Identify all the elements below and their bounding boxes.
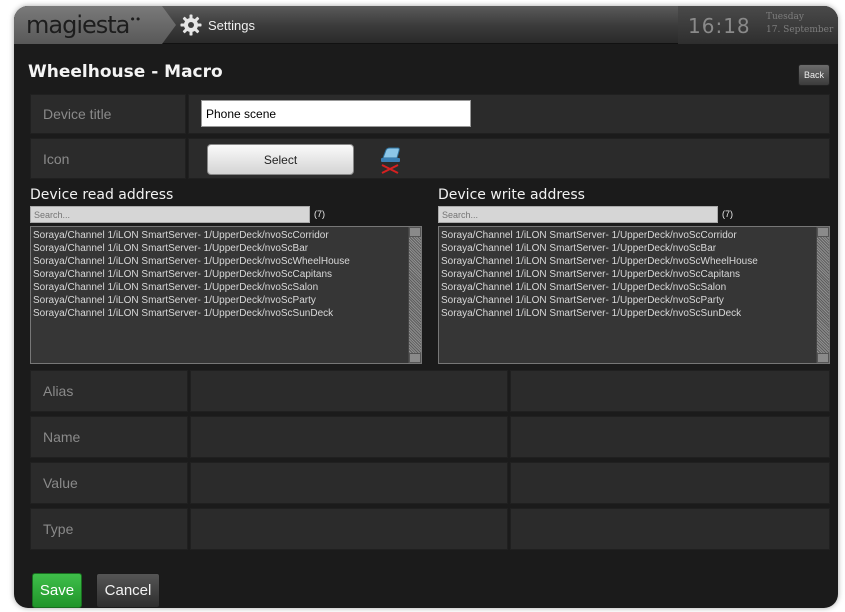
- select-icon-button[interactable]: Select: [207, 144, 354, 175]
- address-list-item[interactable]: Soraya/Channel 1/iLON SmartServer- 1/Upp…: [441, 281, 813, 294]
- clock-panel: 16:18 Tuesday 17. September: [678, 6, 838, 44]
- type-label: Type: [30, 508, 188, 550]
- address-list-item[interactable]: Soraya/Channel 1/iLON SmartServer- 1/Upp…: [33, 294, 405, 307]
- address-list-item[interactable]: Soraya/Channel 1/iLON SmartServer- 1/Upp…: [33, 229, 405, 242]
- device-title-label: Device title: [30, 94, 186, 134]
- alias-label: Alias: [30, 370, 188, 412]
- read-address-count: (7): [314, 209, 325, 219]
- address-list-item[interactable]: Soraya/Channel 1/iLON SmartServer- 1/Upp…: [441, 268, 813, 281]
- address-list-item[interactable]: Soraya/Channel 1/iLON SmartServer- 1/Upp…: [441, 255, 813, 268]
- device-title-input[interactable]: [201, 100, 471, 127]
- write-address-search-input[interactable]: [438, 206, 718, 223]
- logo-mark: ••: [129, 13, 141, 26]
- name-label: Name: [30, 416, 188, 458]
- write-address-title: Device write address: [438, 187, 585, 203]
- scroll-up-button[interactable]: [817, 227, 829, 237]
- write-address-count: (7): [722, 209, 733, 219]
- read-address-title: Device read address: [30, 187, 174, 203]
- write-address-list[interactable]: Soraya/Channel 1/iLON SmartServer- 1/Upp…: [438, 226, 830, 364]
- address-list-item[interactable]: Soraya/Channel 1/iLON SmartServer- 1/Upp…: [441, 294, 813, 307]
- alias-read-cell: [190, 370, 508, 412]
- save-button[interactable]: Save: [32, 573, 82, 608]
- magiesta-logo[interactable]: magiesta••: [14, 6, 176, 44]
- address-list-item[interactable]: Soraya/Channel 1/iLON SmartServer- 1/Upp…: [441, 242, 813, 255]
- value-write-cell: [510, 462, 830, 504]
- address-list-item[interactable]: Soraya/Channel 1/iLON SmartServer- 1/Upp…: [441, 229, 813, 242]
- breadcrumb-settings[interactable]: Settings: [180, 14, 255, 36]
- alias-write-cell: [510, 370, 830, 412]
- address-list-item[interactable]: Soraya/Channel 1/iLON SmartServer- 1/Upp…: [33, 242, 405, 255]
- read-address-search-input[interactable]: [30, 206, 310, 223]
- scroll-down-button[interactable]: [817, 353, 829, 363]
- address-list-item[interactable]: Soraya/Channel 1/iLON SmartServer- 1/Upp…: [33, 255, 405, 268]
- address-list-item[interactable]: Soraya/Channel 1/iLON SmartServer- 1/Upp…: [33, 307, 405, 320]
- value-read-cell: [190, 462, 508, 504]
- icon-label: Icon: [30, 138, 186, 179]
- iron-icon: [378, 144, 402, 174]
- app-frame: magiesta•• Settings 16:18 Tuesday 17. Se…: [14, 6, 838, 608]
- scroll-down-button[interactable]: [409, 353, 421, 363]
- clock-time: 16:18: [688, 14, 751, 38]
- address-list-item[interactable]: Soraya/Channel 1/iLON SmartServer- 1/Upp…: [33, 281, 405, 294]
- write-address-scrollbar[interactable]: [816, 227, 829, 363]
- read-address-items: Soraya/Channel 1/iLON SmartServer- 1/Upp…: [33, 229, 405, 320]
- name-read-cell: [190, 416, 508, 458]
- name-write-cell: [510, 416, 830, 458]
- address-list-item[interactable]: Soraya/Channel 1/iLON SmartServer- 1/Upp…: [33, 268, 405, 281]
- top-bar: magiesta•• Settings 16:18 Tuesday 17. Se…: [14, 6, 838, 44]
- clock-date: 17. September: [766, 25, 834, 35]
- cancel-button[interactable]: Cancel: [96, 573, 160, 608]
- scroll-up-button[interactable]: [409, 227, 421, 237]
- read-address-scrollbar[interactable]: [408, 227, 421, 363]
- logo-text: magiesta: [26, 11, 130, 39]
- back-button[interactable]: Back: [798, 64, 830, 86]
- gear-icon: [180, 14, 202, 36]
- address-list-item[interactable]: Soraya/Channel 1/iLON SmartServer- 1/Upp…: [441, 307, 813, 320]
- page-title: Wheelhouse - Macro: [28, 62, 223, 82]
- clock-day: Tuesday: [766, 12, 804, 22]
- type-read-cell: [190, 508, 508, 550]
- value-label: Value: [30, 462, 188, 504]
- breadcrumb-label: Settings: [208, 17, 255, 33]
- write-address-items: Soraya/Channel 1/iLON SmartServer- 1/Upp…: [441, 229, 813, 320]
- read-address-list[interactable]: Soraya/Channel 1/iLON SmartServer- 1/Upp…: [30, 226, 422, 364]
- type-write-cell: [510, 508, 830, 550]
